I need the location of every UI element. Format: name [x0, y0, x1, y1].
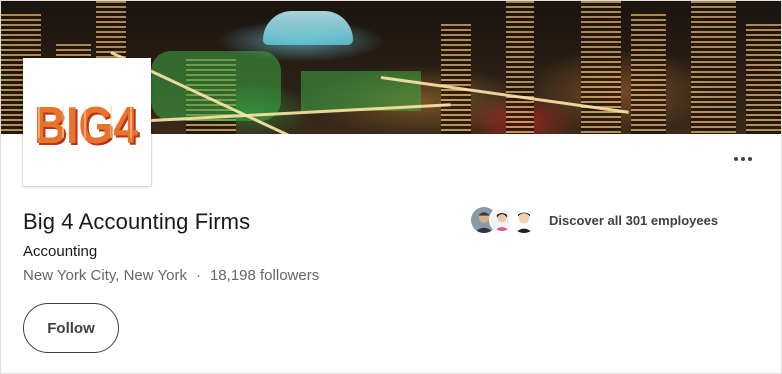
company-meta: New York City, New York · 18,198 followe…	[23, 267, 319, 284]
more-horizontal-icon	[734, 157, 738, 161]
follow-button[interactable]: Follow	[23, 303, 119, 353]
company-industry: Accounting	[23, 243, 98, 260]
meta-separator: ·	[195, 267, 201, 284]
employee-avatars	[469, 203, 541, 237]
more-options-button[interactable]	[727, 147, 759, 171]
company-name: Big 4 Accounting Firms	[23, 209, 251, 234]
company-profile-card: BIG4 BIG4 Big 4 Accounting Firms Account…	[0, 0, 782, 374]
avatar	[509, 205, 539, 235]
svg-text:BIG4: BIG4	[34, 97, 138, 152]
discover-employees-link[interactable]: Discover all 301 employees	[469, 203, 718, 237]
company-logo: BIG4 BIG4	[23, 58, 151, 186]
follower-count: 18,198 followers	[209, 267, 320, 284]
big4-logo-icon: BIG4 BIG4	[34, 97, 140, 152]
company-location: New York City, New York	[23, 267, 187, 284]
discover-employees-label: Discover all 301 employees	[549, 212, 719, 228]
